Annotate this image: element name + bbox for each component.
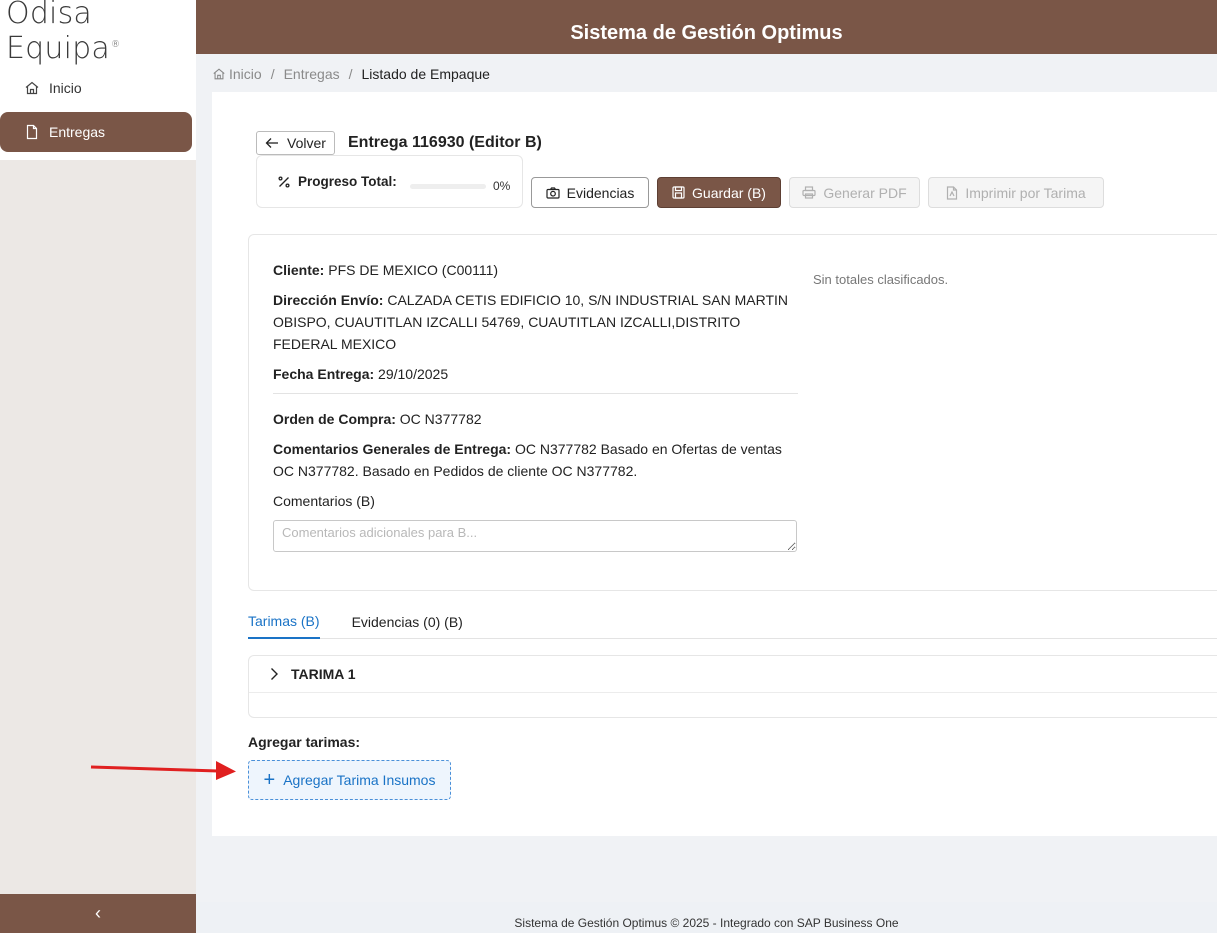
- sidebar-item-label: Entregas: [49, 124, 106, 140]
- chevron-right-icon: [271, 668, 278, 680]
- sidebar-item-entregas[interactable]: Entregas: [0, 112, 192, 152]
- printer-icon: [802, 186, 816, 199]
- tarima-title: TARIMA 1: [291, 666, 356, 682]
- delivery-details: Cliente: PFS DE MEXICO (C00111) Direcció…: [273, 259, 798, 558]
- add-pallet-button[interactable]: + Agregar Tarima Insumos: [248, 760, 451, 800]
- percent-icon: [278, 175, 290, 188]
- cliente-row: Cliente: PFS DE MEXICO (C00111): [273, 262, 499, 278]
- logo: Odisa Equipa®: [0, 0, 196, 66]
- sidebar-item-inicio[interactable]: Inicio: [0, 68, 192, 108]
- back-button[interactable]: Volver: [256, 131, 335, 155]
- app-title: Sistema de Gestión Optimus: [570, 21, 843, 44]
- sidebar-menu: Inicio Entregas: [0, 62, 196, 160]
- progress-percentage: 0%: [493, 179, 511, 193]
- progress-panel: Progreso Total: 0%: [256, 155, 523, 208]
- app-header: Sistema de Gestión Optimus: [196, 0, 1217, 54]
- comentarios-generales-row: Comentarios Generales de Entrega: OC N37…: [273, 441, 782, 479]
- comments-textarea[interactable]: [273, 520, 797, 552]
- tab-evidencias[interactable]: Evidencias (0) (B): [352, 605, 463, 639]
- plus-icon: +: [263, 769, 276, 791]
- print-by-pallet-button[interactable]: Imprimir por Tarima: [928, 177, 1104, 208]
- progress-bar: [410, 184, 486, 189]
- logo-text: Odisa Equipa®: [6, 0, 121, 66]
- tab-tarimas[interactable]: Tarimas (B): [248, 605, 320, 639]
- camera-icon: [546, 186, 560, 199]
- progress-label: Progreso Total:: [298, 174, 397, 189]
- totals-summary: Sin totales clasificados.: [813, 272, 949, 287]
- sidebar-item-label: Inicio: [49, 80, 82, 96]
- direccion-row: Dirección Envío: CALZADA CETIS EDIFICIO …: [273, 292, 788, 352]
- tarima-panel: TARIMA 1: [248, 655, 1217, 718]
- orden-row: Orden de Compra: OC N377782: [273, 411, 482, 427]
- tabs: Tarimas (B) Evidencias (0) (B): [248, 605, 1217, 639]
- breadcrumb-home[interactable]: Inicio: [212, 66, 262, 82]
- breadcrumb-entregas[interactable]: Entregas: [284, 66, 340, 82]
- sidebar-collapse-button[interactable]: ‹: [0, 894, 196, 933]
- main-content: Volver Entrega 116930 (Editor B) Progres…: [212, 92, 1217, 836]
- evidencias-button[interactable]: Evidencias: [531, 177, 649, 208]
- chevron-left-icon: ‹: [95, 903, 101, 923]
- divider: [273, 393, 798, 394]
- annotation-arrow: [90, 761, 236, 780]
- fecha-row: Fecha Entrega: 29/10/2025: [273, 366, 449, 382]
- breadcrumb-separator: /: [348, 66, 353, 82]
- footer: Sistema de Gestión Optimus © 2025 - Inte…: [196, 902, 1217, 933]
- tarima-header[interactable]: TARIMA 1: [249, 656, 1217, 693]
- breadcrumb-current: Listado de Empaque: [361, 66, 490, 82]
- pdf-file-icon: [947, 185, 958, 200]
- breadcrumb-separator: /: [270, 66, 275, 82]
- page-title: Entrega 116930 (Editor B): [348, 134, 542, 151]
- home-icon: [24, 80, 40, 96]
- generate-pdf-button[interactable]: Generar PDF: [789, 177, 920, 208]
- home-icon: [213, 68, 225, 80]
- add-pallets-label: Agregar tarimas:: [248, 734, 361, 750]
- save-icon: [672, 186, 685, 199]
- delivery-info-card: Cliente: PFS DE MEXICO (C00111) Direcció…: [248, 234, 1217, 591]
- save-button[interactable]: Guardar (B): [657, 177, 781, 208]
- footer-text: Sistema de Gestión Optimus © 2025 - Inte…: [514, 916, 899, 930]
- comments-label: Comentarios (B): [273, 493, 375, 509]
- sidebar: Odisa Equipa® Inicio Entregas ‹: [0, 0, 196, 933]
- document-icon: [24, 124, 40, 140]
- arrow-left-icon: [265, 138, 278, 148]
- breadcrumb: Inicio / Entregas / Listado de Empaque: [212, 64, 490, 84]
